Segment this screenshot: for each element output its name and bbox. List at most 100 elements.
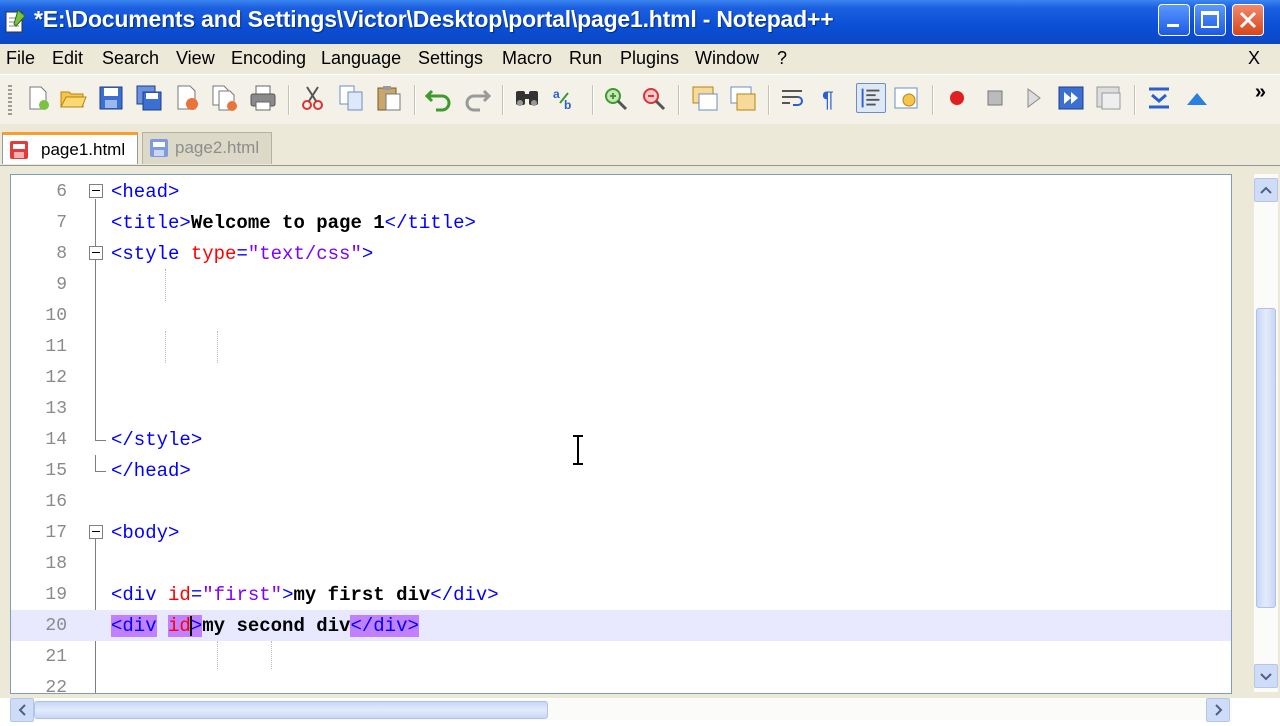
zoom-out-icon[interactable] (638, 83, 668, 113)
close-icon[interactable] (172, 83, 202, 113)
code-text: <title>Welcome to page 1</title> (111, 212, 476, 234)
code-line[interactable]: 6 <head> (11, 176, 1231, 207)
code-line[interactable]: 9 (11, 269, 1231, 300)
sync-horizontal-icon[interactable] (728, 83, 758, 113)
toolbar-more-button[interactable]: » (1255, 81, 1266, 104)
menu-window[interactable]: Window (695, 48, 759, 69)
line-number: 22 (45, 678, 67, 694)
code-line[interactable]: 15 </head> (11, 455, 1231, 486)
code-line[interactable]: 14 </style> (11, 424, 1231, 455)
tab-page1-html[interactable]: page1.html (2, 132, 138, 164)
scroll-up-button[interactable] (1254, 178, 1278, 202)
menu-encoding[interactable]: Encoding (231, 48, 306, 69)
undo-icon[interactable] (424, 83, 454, 113)
title-bar[interactable]: *E:\Documents and Settings\Victor\Deskto… (0, 0, 1280, 44)
show-all-chars-icon[interactable]: ¶ (814, 83, 844, 113)
code-line[interactable]: 19 <div id="first">my first div</div> (11, 579, 1231, 610)
toolbar-separator (1134, 85, 1136, 115)
close-window-button[interactable] (1232, 4, 1264, 36)
line-number: 9 (56, 275, 67, 295)
zoom-in-icon[interactable] (600, 83, 630, 113)
fold-collapse-icon[interactable] (89, 525, 103, 539)
code-editor[interactable]: 6 <head> 7 <title>Welcome to page 1</tit… (10, 174, 1232, 694)
run-macro-multiple-icon[interactable] (1056, 83, 1086, 113)
collapse-icon[interactable] (1144, 83, 1174, 113)
chevron-down-icon (1260, 673, 1272, 681)
code-line[interactable]: 8 <style type="text/css"> (11, 238, 1231, 269)
code-line[interactable]: 12 (11, 362, 1231, 393)
scroll-left-button[interactable] (10, 698, 34, 722)
code-line[interactable]: 21 (11, 641, 1231, 672)
menu-settings[interactable]: Settings (418, 48, 483, 69)
code-line[interactable]: 10 (11, 300, 1231, 331)
expand-icon[interactable] (1182, 83, 1212, 113)
save-icon[interactable] (96, 83, 126, 113)
find-icon[interactable] (512, 83, 542, 113)
horizontal-scrollbar[interactable] (10, 698, 1232, 722)
current-code-line[interactable]: 20 <div id>my second div</div> (11, 610, 1231, 641)
toolbar-grip[interactable] (8, 85, 12, 117)
line-number: 18 (45, 554, 67, 574)
text-content: my first div (293, 584, 431, 606)
minimize-button[interactable] (1158, 4, 1190, 36)
menu-search[interactable]: Search (102, 48, 159, 69)
matched-tag-highlight: <div (111, 615, 157, 637)
redo-icon[interactable] (462, 83, 492, 113)
code-line[interactable]: 7 <title>Welcome to page 1</title> (11, 207, 1231, 238)
replace-icon[interactable]: ab (550, 83, 580, 113)
code-line[interactable]: 22 (11, 672, 1231, 694)
html-tag: </title> (384, 212, 476, 234)
line-number: 12 (45, 368, 67, 388)
toolbar-separator (414, 85, 416, 115)
code-line[interactable]: 13 (11, 393, 1231, 424)
html-tag: <div (111, 584, 169, 606)
fold-collapse-icon[interactable] (89, 246, 103, 260)
code-text: </head> (111, 460, 191, 482)
code-line[interactable]: 18 (11, 548, 1231, 579)
close-document-button[interactable]: X (1248, 48, 1260, 69)
minimize-icon (1167, 24, 1179, 27)
save-macro-icon[interactable] (1094, 83, 1124, 113)
fold-collapse-icon[interactable] (89, 184, 103, 198)
stop-macro-icon[interactable] (980, 83, 1010, 113)
tab-page2-html[interactable]: page2.html (142, 132, 272, 164)
line-number: 10 (45, 306, 67, 326)
new-file-icon[interactable] (22, 83, 52, 113)
menu-macro[interactable]: Macro (502, 48, 552, 69)
menu-edit[interactable]: Edit (52, 48, 83, 69)
scroll-down-button[interactable] (1254, 664, 1278, 688)
maximize-button[interactable] (1194, 4, 1226, 36)
scroll-right-button[interactable] (1206, 698, 1230, 722)
paste-icon[interactable] (374, 83, 404, 113)
vertical-scrollbar[interactable] (1254, 174, 1278, 692)
vertical-scroll-thumb[interactable] (1256, 308, 1276, 608)
menu-plugins[interactable]: Plugins (620, 48, 679, 69)
horizontal-scroll-thumb[interactable] (34, 701, 548, 719)
save-all-icon[interactable] (134, 83, 164, 113)
close-all-icon[interactable] (210, 83, 240, 113)
word-wrap-icon[interactable] (778, 83, 808, 113)
open-file-icon[interactable] (58, 83, 88, 113)
sync-vertical-icon[interactable] (690, 83, 720, 113)
code-line[interactable]: 11 (11, 331, 1231, 362)
cut-icon[interactable] (298, 83, 328, 113)
record-macro-icon[interactable] (942, 83, 972, 113)
menu-help[interactable]: ? (777, 48, 787, 69)
window-title: *E:\Documents and Settings\Victor\Deskto… (34, 6, 834, 32)
line-number: 14 (45, 430, 67, 450)
copy-icon[interactable] (336, 83, 366, 113)
indent-guide (165, 269, 166, 301)
menu-run[interactable]: Run (569, 48, 602, 69)
print-icon[interactable] (248, 83, 278, 113)
code-line[interactable]: 17 <body> (11, 517, 1231, 548)
menu-file[interactable]: File (6, 48, 35, 69)
fold-end-marker (95, 455, 106, 472)
menu-language[interactable]: Language (321, 48, 401, 69)
play-macro-icon[interactable] (1018, 83, 1048, 113)
code-line[interactable]: 16 (11, 486, 1231, 517)
html-tag: = (236, 243, 248, 265)
menu-view[interactable]: View (176, 48, 215, 69)
user-lang-icon[interactable] (892, 83, 922, 113)
tab-bar: page1.html page2.html (0, 124, 1280, 166)
indent-guide-icon[interactable] (856, 83, 886, 113)
